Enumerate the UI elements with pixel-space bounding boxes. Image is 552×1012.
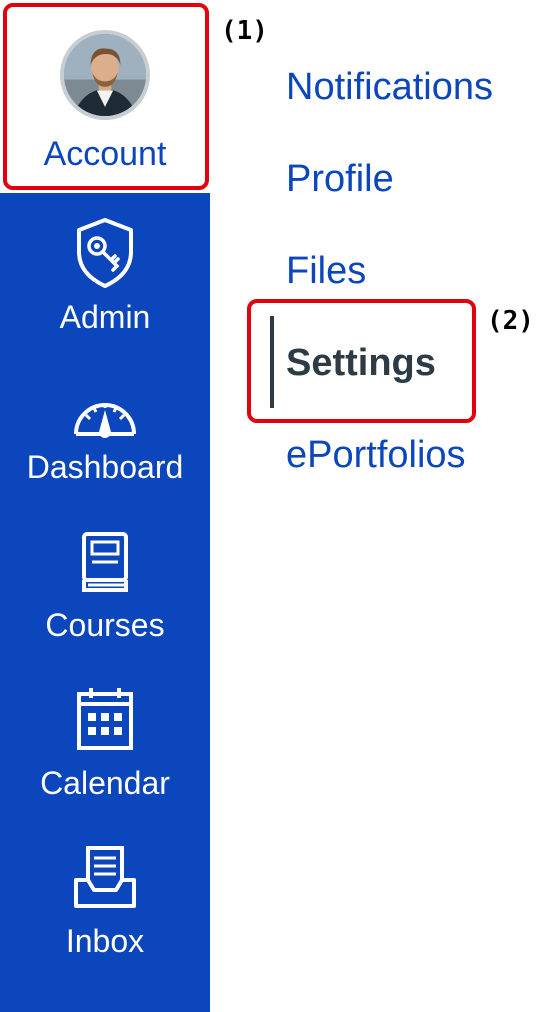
nav-item-label: Dashboard <box>26 449 184 485</box>
nav-item-label: Inbox <box>65 923 145 959</box>
account-link-profile[interactable]: Profile <box>286 157 394 201</box>
dashboard-gauge-icon <box>74 403 136 438</box>
calendar-icon <box>77 688 133 750</box>
nav-item-admin[interactable]: Admin <box>0 210 210 340</box>
nav-item-label: Admin <box>59 299 151 335</box>
nav-item-label: Calendar <box>40 765 170 801</box>
nav-item-dashboard[interactable]: Dashboard <box>0 380 210 500</box>
admin-shield-key-icon <box>77 218 133 288</box>
account-link-notifications[interactable]: Notifications <box>286 65 493 109</box>
annotation-box-2 <box>247 299 476 423</box>
annotation-label-1: (1) <box>221 16 268 46</box>
account-link-eportfolios[interactable]: ePortfolios <box>286 433 466 477</box>
nav-item-calendar[interactable]: Calendar <box>0 684 210 804</box>
account-link-files[interactable]: Files <box>286 249 366 293</box>
annotation-label-2: (2) <box>487 306 534 336</box>
nav-item-label: Courses <box>45 607 165 643</box>
annotation-box-1 <box>3 3 209 190</box>
nav-item-courses[interactable]: Courses <box>0 528 210 648</box>
inbox-icon <box>74 846 136 908</box>
nav-item-inbox[interactable]: Inbox <box>0 842 210 962</box>
courses-book-icon <box>82 532 128 592</box>
